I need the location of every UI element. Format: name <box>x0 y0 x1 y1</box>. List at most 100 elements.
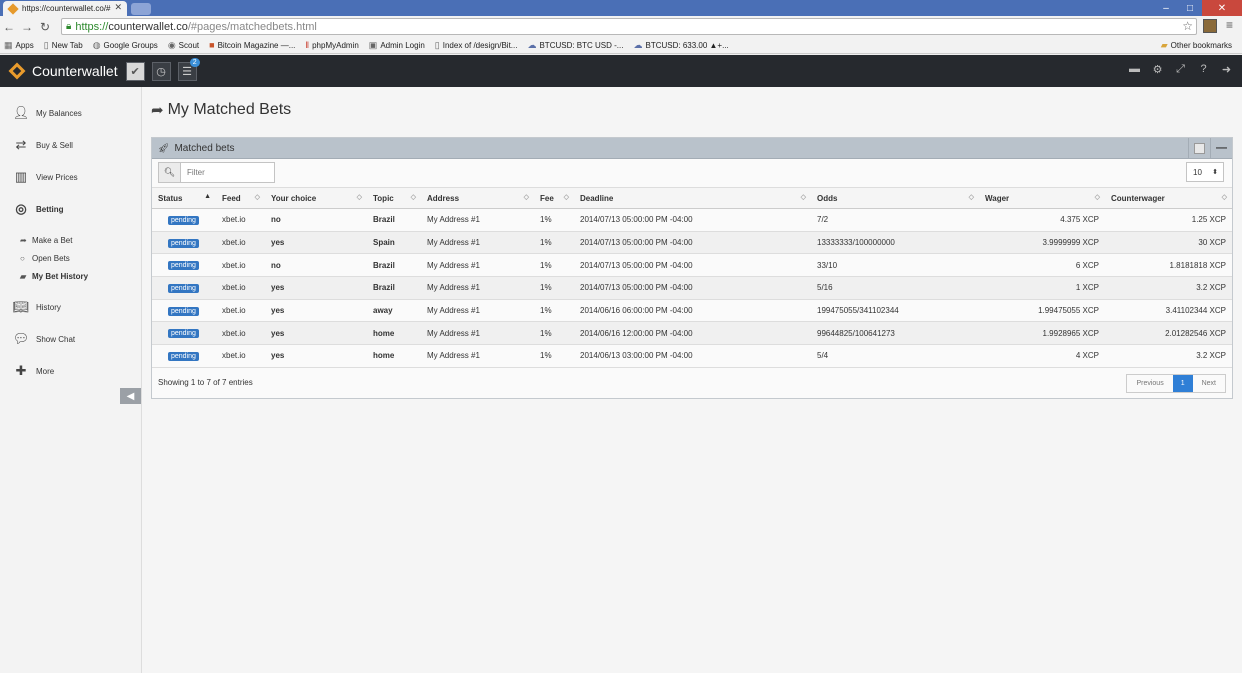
sidebar-item-view-prices[interactable]: ▥ View Prices <box>0 161 141 193</box>
fullscreen-icon[interactable]: ⤢ <box>1169 63 1192 76</box>
column-header-deadline[interactable]: Deadline ◇ <box>574 187 811 209</box>
back-icon[interactable]: ← <box>0 20 18 34</box>
filter-input[interactable] <box>181 163 271 182</box>
maximize-window-icon[interactable]: □ <box>1178 0 1202 16</box>
browser-tab[interactable]: https://counterwallet.co/# ✕ <box>3 1 127 16</box>
bookmark-label: Google Groups <box>103 40 158 50</box>
sidebar-item-more[interactable]: ✚ More <box>0 355 141 387</box>
bookmark-item[interactable]: ▯ Index of /design/Bit... <box>435 40 518 51</box>
sidebar-sub-open-bets[interactable]: ○ Open Bets <box>0 249 141 267</box>
feed-cell: xbet.io <box>216 321 265 346</box>
check-icon[interactable]: ✔ <box>125 61 145 81</box>
url-path: /#pages/matchedbets.html <box>187 20 317 33</box>
table-row[interactable]: pending xbet.io yes home My Address #1 1% 2014… <box>152 321 1232 346</box>
table-row[interactable]: pending xbet.io yes Spain My Address #1 1% 201… <box>152 231 1232 255</box>
column-header-counterwager[interactable]: Counterwager ◇ <box>1105 187 1232 209</box>
help-icon[interactable]: ? <box>1192 63 1215 76</box>
address-cell: My Address #1 <box>421 344 534 368</box>
gear-icon[interactable]: ⚙ <box>1146 63 1169 76</box>
column-header-fee[interactable]: Fee ◇ <box>534 187 574 209</box>
bookmark-item[interactable]: ▦ Apps <box>4 40 34 51</box>
widget-collapse-button[interactable]: — <box>1210 138 1232 158</box>
sidebar-item-show-chat[interactable]: 💬︎ Show Chat <box>0 323 141 355</box>
bookmark-item[interactable]: ▯ New Tab <box>44 40 83 51</box>
admin-icon: ▣ <box>368 39 378 50</box>
column-header-wager[interactable]: Wager ◇ <box>979 187 1105 209</box>
extension-icon[interactable] <box>1203 19 1217 33</box>
column-header-odds[interactable]: Odds ◇ <box>811 187 979 209</box>
wager-cell: 1 XCP <box>979 276 1105 300</box>
column-header-feed[interactable]: Feed ◇ <box>216 187 265 209</box>
table-row[interactable]: pending xbet.io no Brazil My Address #1 1% 201… <box>152 253 1232 278</box>
deadline-cell: 2014/07/13 05:00:00 PM -04:00 <box>574 208 811 232</box>
bookmark-item[interactable]: ◉ Scout <box>168 40 199 51</box>
close-window-icon[interactable]: ✕ <box>1202 0 1242 16</box>
status-badge: pending <box>168 283 199 293</box>
page-size-select[interactable]: 10 ⬍ <box>1186 162 1224 182</box>
reload-icon[interactable]: ↻ <box>36 20 54 34</box>
table-row[interactable]: pending xbet.io yes home My Address #1 1% 2014… <box>152 344 1232 368</box>
bookmark-item[interactable]: ☁ BTCUSD: BTC USD -... <box>527 40 623 51</box>
column-header-status[interactable]: Status ▲ <box>152 187 216 209</box>
feed-cell: xbet.io <box>216 276 265 300</box>
table-row[interactable]: pending xbet.io yes Brazil My Address #1 1% 20… <box>152 276 1232 300</box>
entries-info: Showing 1 to 7 of 7 entries <box>158 378 253 387</box>
widget-toggle-button[interactable] <box>1188 138 1210 158</box>
address-bar[interactable]: 🔒︎ https://counterwallet.co/#pages/match… <box>61 18 1197 35</box>
sidebar-sub-make-a-bet[interactable]: ➦ Make a Bet <box>0 231 141 249</box>
browser-menu-icon[interactable]: ≡ <box>1226 18 1233 32</box>
column-header-address[interactable]: Address ◇ <box>421 187 534 209</box>
bookmark-label: Index of /design/Bit... <box>442 40 518 50</box>
wager-cell: 1.99475055 XCP <box>979 299 1105 323</box>
tab-close-icon[interactable]: ✕ <box>114 2 122 13</box>
brand-name[interactable]: Counterwallet <box>32 63 118 79</box>
new-tab-button[interactable] <box>131 3 151 15</box>
rocket-icon: 🚀︎ <box>158 142 170 153</box>
logout-icon[interactable]: ➜ <box>1215 63 1238 76</box>
status-badge: pending <box>168 238 199 248</box>
bookmark-label: phpMyAdmin <box>312 40 359 50</box>
topic-cell: Brazil <box>367 253 421 278</box>
column-header-your-choice[interactable]: Your choice ◇ <box>265 187 367 209</box>
sort-icon: ◇ <box>1221 194 1227 201</box>
page-1-button[interactable]: 1 <box>1172 375 1193 392</box>
sidebar-sub-my-bet-history[interactable]: ▰ My Bet History <box>0 267 141 285</box>
bookmark-star-icon[interactable]: ☆ <box>1182 19 1193 33</box>
bookmark-item[interactable]: ☁ BTCUSD: 633.00 ▲+... <box>633 40 728 51</box>
sidebar-item-my-balances[interactable]: 👤︎ My Balances <box>0 97 141 129</box>
other-bookmarks[interactable]: ▰ Other bookmarks <box>1161 40 1232 51</box>
column-header-topic[interactable]: Topic ◇ <box>367 187 421 209</box>
next-page-button[interactable]: Next <box>1192 375 1225 392</box>
bookmark-item[interactable]: ■ Bitcoin Magazine —... <box>209 40 295 50</box>
minimize-panel-icon[interactable]: ▬ <box>1123 63 1146 76</box>
bookmark-item[interactable]: ◍ Google Groups <box>93 40 158 51</box>
sidebar-item-label: Buy & Sell <box>36 140 73 150</box>
sort-icon: ◇ <box>563 194 569 201</box>
share-icon: ➦ <box>20 235 27 245</box>
notifications-icon[interactable]: ☰ 2 <box>177 57 200 81</box>
odds-cell: 99644825/100641273 <box>811 321 979 346</box>
cloud-icon: ☁ <box>633 39 643 50</box>
forward-icon[interactable]: → <box>18 20 36 34</box>
previous-page-button[interactable]: Previous <box>1127 375 1173 392</box>
minimize-window-icon[interactable]: – <box>1154 0 1178 16</box>
sidebar-item-betting[interactable]: ◎ Betting <box>0 193 141 225</box>
sidebar-item-buy-sell[interactable]: ⇄ Buy & Sell <box>0 129 141 161</box>
counterwager-cell: 3.2 XCP <box>1105 344 1232 368</box>
url-scheme: https:// <box>75 20 109 33</box>
chat-icon: 💬︎ <box>12 331 30 346</box>
fee-cell: 1% <box>534 321 574 346</box>
header-actions: ▬ ⚙ ⤢ ? ➜ <box>1123 63 1238 76</box>
bookmark-item[interactable]: ▣ Admin Login <box>369 40 425 51</box>
address-cell: My Address #1 <box>421 299 534 323</box>
sidebar-item-history[interactable]: 📖︎ History <box>0 291 141 323</box>
odds-cell: 33/10 <box>811 253 979 278</box>
share-icon: ➦ <box>151 102 164 119</box>
table-row[interactable]: pending xbet.io yes away My Address #1 1% 2014… <box>152 299 1232 323</box>
topic-cell: away <box>367 299 421 323</box>
collapse-sidebar-icon[interactable]: ◀ <box>120 388 141 404</box>
clock-icon[interactable]: ◷ <box>151 61 171 81</box>
bookmark-item[interactable]: ‖ phpMyAdmin <box>305 40 358 50</box>
table-row[interactable]: pending xbet.io no Brazil My Address #1 1% 201… <box>152 208 1232 232</box>
choice-cell: yes <box>265 344 367 368</box>
